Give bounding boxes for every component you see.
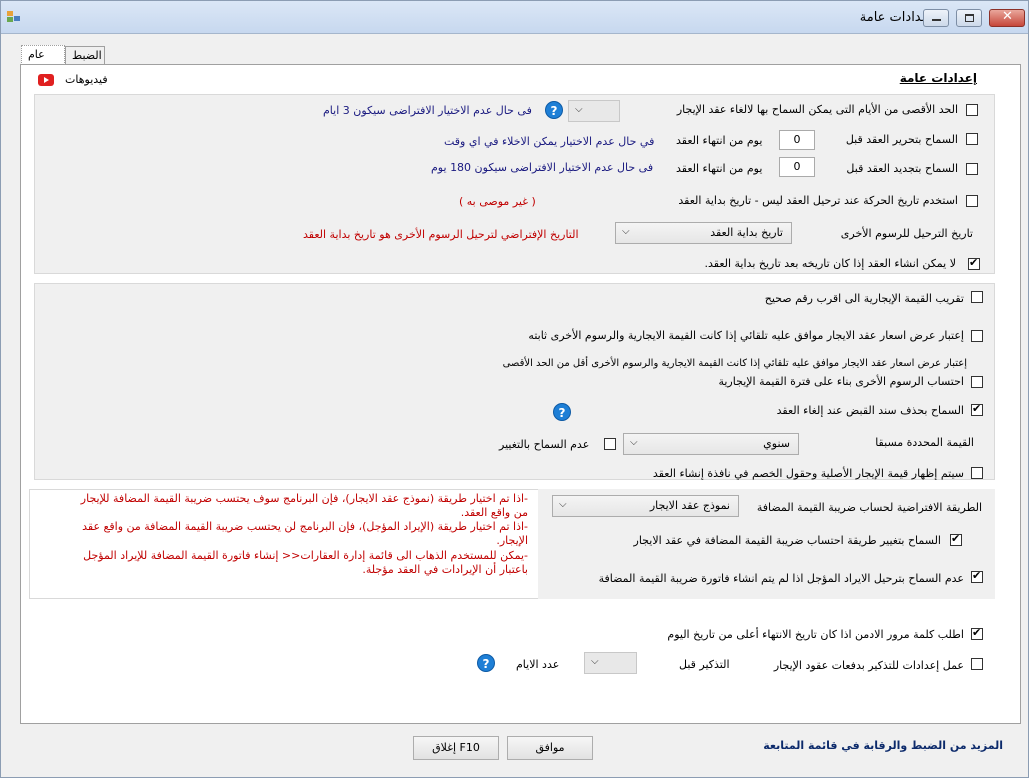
minimize-icon — [932, 19, 941, 21]
allow-delete-receipt-checkbox[interactable] — [971, 402, 983, 416]
tab-control-label: الضبط — [72, 49, 102, 62]
default-method-value: نموذج عقد الايجار — [649, 499, 730, 512]
consider-offer-less-label: إعتبار عرض اسعار عقد الايجار موافق عليه … — [502, 358, 967, 369]
predefined-value-select[interactable]: سنوي ⌵ — [623, 433, 799, 455]
default-method-select[interactable]: نموذج عقد الايجار ⌵ — [552, 495, 739, 517]
no-deferred-revenue-checkbox[interactable] — [971, 569, 983, 583]
require-admin-password-checkbox[interactable] — [971, 626, 983, 640]
renew-before-note: فى حال عدم الاختيار الافتراضى سيكون 180 … — [431, 161, 654, 174]
vat-note-line-5: -يمكن للمستخدم الذهاب الى قائمة إدارة ال… — [83, 549, 528, 562]
not-recommended-note: ( غير موصى به ) — [459, 195, 536, 208]
calc-fees-label: احتساب الرسوم الأخرى بناء على فترة القيم… — [718, 375, 964, 388]
minimize-button[interactable] — [923, 9, 949, 27]
reminder-before-label: التذكير قبل — [679, 658, 730, 671]
posting-date-label: تاريخ الترحيل للرسوم الأخرى — [840, 227, 973, 240]
settings-window: إعدادات عامة ✕ الضبط عام إعدادات عامة في… — [0, 0, 1029, 778]
edit-before-note: في حال عدم الاختيار يمكن الاخلاء في اي و… — [444, 135, 655, 148]
renew-before-checkbox[interactable] — [966, 163, 978, 175]
chevron-down-icon: ⌵ — [575, 104, 583, 115]
max-days-label: الحد الأقصى من الأيام التى يمكن السماح ب… — [676, 103, 958, 116]
no-create-after-start-checkbox[interactable] — [968, 256, 980, 270]
calc-fees-checkbox[interactable] — [971, 376, 983, 388]
edit-before-checkbox[interactable] — [966, 133, 978, 145]
posting-date-value: تاريخ بداية العقد — [710, 226, 783, 239]
chevron-down-icon: ⌵ — [622, 226, 630, 237]
tab-general-label: عام — [28, 48, 45, 61]
renew-before-unit: يوم من انتهاء العقد — [676, 162, 763, 175]
contract-options-panel — [34, 94, 995, 274]
no-deferred-revenue-label: عدم السماح بترحيل الايراد المؤجل اذا لم … — [598, 572, 964, 585]
help-icon[interactable]: ? — [545, 101, 563, 119]
renew-before-input[interactable]: 0 — [779, 157, 815, 177]
predefined-value-label: القيمة المحددة مسبقا — [875, 436, 974, 449]
vat-note-line-4: الإيجار. — [496, 534, 528, 547]
vat-note-line-6: باعتبار أن الإيرادات في العقد مؤجلة. — [362, 563, 528, 576]
help-icon[interactable]: ? — [553, 403, 571, 421]
renew-before-label: السماح بتجديد العقد قبل — [846, 162, 958, 175]
vat-note-line-2: من واقع العقد. — [460, 506, 528, 519]
chevron-down-icon: ⌵ — [591, 656, 599, 667]
no-change-checkbox[interactable] — [604, 438, 616, 450]
max-days-checkbox[interactable] — [966, 104, 978, 116]
title-bar: إعدادات عامة ✕ — [1, 1, 1028, 34]
section-title: إعدادات عامة — [899, 71, 977, 85]
consider-offer-fixed-label: إعتبار عرض اسعار عقد الايجار موافق عليه … — [528, 329, 964, 342]
max-days-note: فى حال عدم الاختيار الافتراضى سيكون 3 اي… — [323, 104, 532, 117]
days-count-label: عدد الايام — [516, 658, 560, 671]
vat-note-line-1: -اذا تم اختيار طريقة (نموذج عقد الايجار)… — [80, 492, 528, 505]
chevron-down-icon: ⌵ — [559, 499, 567, 510]
close-f10-button[interactable]: إغلاق F10 — [413, 736, 499, 760]
app-icon — [7, 11, 20, 22]
edit-before-unit: يوم من انتهاء العقد — [676, 134, 763, 147]
videos-link[interactable]: فيديوهات — [65, 73, 108, 86]
use-movement-date-checkbox[interactable] — [966, 195, 978, 207]
round-value-checkbox[interactable] — [971, 291, 983, 303]
reminder-days-select[interactable]: ⌵ — [584, 652, 637, 674]
default-method-label: الطريقة الافتراضية لحساب ضريبة القيمة ال… — [756, 501, 982, 514]
allow-delete-receipt-label: السماح بحذف سند القبض عند إلغاء العقد — [776, 404, 964, 417]
edit-before-input[interactable]: 0 — [779, 130, 815, 150]
edit-before-label: السماح بتحرير العقد قبل — [845, 133, 958, 146]
close-button[interactable]: ✕ — [989, 9, 1025, 27]
consider-offer-fixed-checkbox[interactable] — [971, 330, 983, 342]
require-admin-password-label: اطلب كلمة مرور الادمن اذا كان تاريخ الان… — [667, 628, 964, 641]
window-title: إعدادات عامة — [859, 10, 933, 25]
show-original-value-label: سيتم إظهار قيمة الإيجار الأصلية وحقول ال… — [652, 467, 964, 480]
use-movement-date-label: استخدم تاريخ الحركة عند ترحيل العقد ليس … — [678, 194, 958, 207]
show-original-value-checkbox[interactable] — [971, 467, 983, 479]
no-change-label: عدم السماح بالتغيير — [499, 438, 590, 451]
chevron-down-icon: ⌵ — [630, 437, 638, 448]
help-icon[interactable]: ? — [477, 654, 495, 672]
allow-change-method-checkbox[interactable] — [950, 532, 962, 546]
allow-change-method-label: السماح بتغيير طريقة احتساب ضريبة القيمة … — [633, 534, 941, 547]
close-icon: ✕ — [1002, 9, 1013, 24]
reminder-settings-label: عمل إعدادات للتذكير بدفعات عقود الإيجار — [773, 659, 964, 672]
max-days-select[interactable]: ⌵ — [568, 100, 620, 122]
no-create-after-start-label: لا يمكن انشاء العقد إذا كان تاريخه بعد ت… — [704, 257, 956, 270]
reminder-settings-checkbox[interactable] — [971, 658, 983, 670]
ok-button[interactable]: موافق — [507, 736, 593, 760]
posting-date-note: التاريخ الإفتراضي لترحيل الرسوم الأخرى ه… — [303, 228, 579, 241]
predefined-value-selected: سنوي — [763, 437, 790, 450]
maximize-button[interactable] — [956, 9, 982, 27]
vat-note-line-3: -اذا تم اختيار طريقة (الإيراد المؤجل)، ف… — [82, 520, 528, 533]
round-value-label: تقريب القيمة الإيجارية الى اقرب رقم صحيح — [764, 292, 964, 305]
youtube-icon[interactable] — [38, 74, 54, 86]
tab-control[interactable]: الضبط — [65, 46, 105, 66]
maximize-icon — [965, 14, 974, 22]
more-control-link[interactable]: المزيد من الضبط والرقابة في قائمة المتاب… — [763, 739, 1003, 752]
posting-date-select[interactable]: تاريخ بداية العقد ⌵ — [615, 222, 792, 244]
